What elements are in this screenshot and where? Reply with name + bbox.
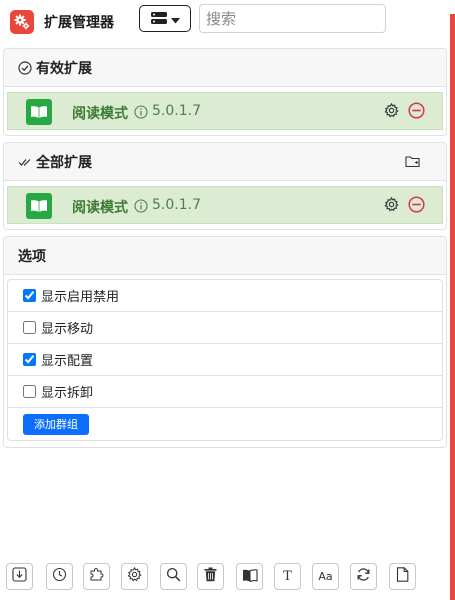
download-button[interactable] <box>6 563 33 590</box>
view-menu-button[interactable] <box>139 5 191 32</box>
option-checkbox[interactable] <box>23 321 36 334</box>
book-open-icon <box>26 193 52 219</box>
file-icon <box>396 567 409 586</box>
options-card: 选项 显示启用禁用 显示移动 显示配置 显示拆卸 添加群组 <box>3 236 447 448</box>
all-extensions-header: 全部扩展 <box>4 143 446 181</box>
option-show-move[interactable]: 显示移动 <box>8 312 442 344</box>
search-icon <box>166 567 181 586</box>
extension-version: 5.0.1.7 <box>152 103 201 119</box>
scrollbar[interactable] <box>450 14 455 600</box>
puzzle-icon <box>89 567 104 586</box>
refresh-icon <box>356 567 371 586</box>
enabled-extensions-card: 有效扩展 阅读模式 5.0.1.7 <box>3 48 447 136</box>
text-icon: T <box>283 569 292 584</box>
option-checkbox[interactable] <box>23 353 36 366</box>
extension-name[interactable]: 阅读模式 <box>72 103 128 123</box>
delete-button[interactable] <box>197 563 224 590</box>
app-title: 扩展管理器 <box>44 15 114 31</box>
extensions-button[interactable] <box>83 563 110 590</box>
app-logo-icon <box>10 10 34 34</box>
remove-icon[interactable] <box>408 102 425 119</box>
add-group-button[interactable]: 添加群组 <box>23 413 89 435</box>
option-label: 显示启用禁用 <box>41 290 120 305</box>
remove-icon[interactable] <box>408 196 425 213</box>
option-show-toggle[interactable]: 显示启用禁用 <box>8 280 442 312</box>
info-icon[interactable] <box>134 199 148 213</box>
info-icon[interactable] <box>134 105 148 119</box>
extension-row[interactable]: 阅读模式 5.0.1.7 <box>7 92 443 130</box>
option-checkbox[interactable] <box>23 289 36 302</box>
server-stack-icon <box>150 9 167 28</box>
folder-icon[interactable] <box>405 155 420 168</box>
history-icon <box>52 567 67 586</box>
options-footer: 添加群组 <box>8 408 442 440</box>
options-list: 显示启用禁用 显示移动 显示配置 显示拆卸 添加群组 <box>7 279 443 441</box>
book-icon <box>242 567 258 586</box>
refresh-button[interactable] <box>350 563 377 590</box>
option-show-config[interactable]: 显示配置 <box>8 344 442 376</box>
reader-button[interactable] <box>236 563 263 590</box>
enabled-extensions-header: 有效扩展 <box>4 49 446 87</box>
font-size-icon: Aa <box>318 570 333 583</box>
gear-icon[interactable] <box>384 103 399 118</box>
extension-version: 5.0.1.7 <box>152 197 201 213</box>
extension-row[interactable]: 阅读模式 5.0.1.7 <box>7 186 443 224</box>
all-extensions-title: 全部扩展 <box>36 154 92 171</box>
options-title: 选项 <box>18 248 46 265</box>
enabled-extensions-title: 有效扩展 <box>36 60 92 77</box>
trash-icon <box>204 567 217 586</box>
option-label: 显示配置 <box>41 354 94 369</box>
options-header: 选项 <box>4 237 446 275</box>
caret-down-icon <box>170 9 180 28</box>
all-extensions-card: 全部扩展 阅读模式 5.0.1.7 <box>3 142 447 230</box>
check-double-icon <box>18 155 32 169</box>
extension-manager-popup: 扩展管理器 搜索 有效扩展 阅读模式 5.0.1.7 全部扩展 阅读模式 5.0… <box>0 0 455 600</box>
search-input[interactable] <box>199 4 386 33</box>
option-show-uninstall[interactable]: 显示拆卸 <box>8 376 442 408</box>
gear-icon[interactable] <box>384 197 399 212</box>
search-button[interactable] <box>160 563 187 590</box>
option-checkbox[interactable] <box>23 385 36 398</box>
font-size-button[interactable]: Aa <box>312 563 339 590</box>
option-label: 显示拆卸 <box>41 386 94 401</box>
header: 扩展管理器 <box>0 0 450 42</box>
text-button[interactable]: T <box>274 563 301 590</box>
history-button[interactable] <box>46 563 73 590</box>
gear-icon <box>127 566 142 586</box>
extension-name[interactable]: 阅读模式 <box>72 197 128 217</box>
check-circle-icon <box>18 60 32 75</box>
file-button[interactable] <box>389 563 416 590</box>
book-open-icon <box>26 99 52 125</box>
settings-button[interactable] <box>121 563 148 590</box>
download-icon <box>12 567 27 586</box>
option-label: 显示移动 <box>41 322 94 337</box>
